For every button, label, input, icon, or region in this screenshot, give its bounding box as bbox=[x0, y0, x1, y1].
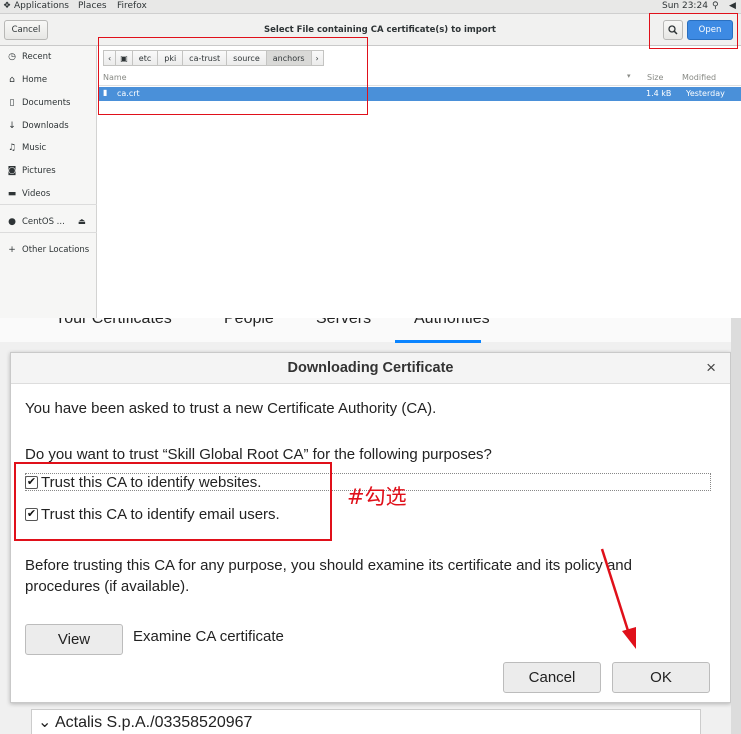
question-text: Do you want to trust “Skill Global Root … bbox=[25, 446, 492, 463]
cancel-button[interactable]: Cancel bbox=[4, 20, 48, 40]
authority-item[interactable]: ⌄ Actalis S.p.A./03358520967 bbox=[38, 712, 252, 732]
sidebar-item-downloads[interactable]: ↓ Downloads bbox=[7, 121, 68, 131]
applications-icon: ❖ bbox=[3, 1, 12, 11]
volume-icon[interactable]: ◀ bbox=[729, 1, 736, 11]
warning-text-line2: procedures (if available). bbox=[25, 578, 190, 595]
highlight-box-path bbox=[98, 37, 368, 115]
highlight-box-open bbox=[649, 13, 738, 49]
sidebar-item-videos[interactable]: ▬ Videos bbox=[7, 189, 51, 199]
dialog-title: Select File containing CA certificate(s)… bbox=[264, 25, 496, 35]
sidebar-divider bbox=[0, 204, 97, 205]
dialog-titlebar: Downloading Certificate × bbox=[11, 353, 730, 384]
clock-icon: ◷ bbox=[8, 52, 16, 62]
download-icon: ↓ bbox=[8, 121, 16, 131]
sidebar-item-other-locations[interactable]: + Other Locations bbox=[7, 245, 89, 255]
plus-icon: + bbox=[8, 245, 16, 255]
tab-people[interactable]: People bbox=[224, 318, 274, 328]
camera-icon: ◙ bbox=[7, 166, 17, 176]
tab-servers[interactable]: Servers bbox=[316, 318, 371, 328]
firefox-menu[interactable]: Firefox bbox=[117, 1, 147, 11]
file-modified: Yesterday bbox=[686, 89, 725, 98]
gnome-top-bar: ❖ Applications Places Firefox Sun 23:24 … bbox=[0, 0, 741, 14]
clock[interactable]: Sun 23:24 bbox=[662, 1, 708, 11]
disc-icon: ● bbox=[8, 217, 16, 227]
home-icon: ⌂ bbox=[9, 75, 15, 85]
sidebar-divider bbox=[0, 232, 97, 233]
sidebar-item-documents[interactable]: ▯ Documents bbox=[7, 98, 71, 108]
sidebar-item-recent[interactable]: ◷ Recent bbox=[7, 52, 51, 62]
column-modified[interactable]: Modified bbox=[682, 73, 716, 82]
video-icon: ▬ bbox=[7, 189, 17, 199]
applications-menu[interactable]: Applications bbox=[14, 1, 69, 11]
places-sidebar: ◷ Recent ⌂ Home ▯ Documents ↓ Downloads ♫ Mus… bbox=[0, 46, 97, 318]
sort-chevron-icon: ▾ bbox=[627, 72, 631, 80]
column-size[interactable]: Size bbox=[647, 73, 663, 82]
certificate-manager-tabs: Your Certificates People Servers Authori… bbox=[0, 318, 741, 343]
music-icon: ♫ bbox=[7, 143, 17, 153]
tab-your-certificates[interactable]: Your Certificates bbox=[55, 318, 172, 328]
network-icon[interactable]: ⚲ bbox=[712, 1, 719, 11]
cancel-button[interactable]: Cancel bbox=[503, 662, 601, 693]
authorities-list: ⌄ Actalis S.p.A./03358520967 bbox=[31, 709, 701, 734]
tab-active-indicator bbox=[395, 340, 481, 343]
sidebar-item-music[interactable]: ♫ Music bbox=[7, 143, 46, 153]
document-icon: ▯ bbox=[9, 98, 15, 108]
eject-icon[interactable]: ⏏ bbox=[78, 217, 86, 227]
close-icon[interactable]: × bbox=[706, 358, 716, 378]
places-menu[interactable]: Places bbox=[78, 1, 107, 11]
ok-button[interactable]: OK bbox=[612, 662, 710, 693]
tab-authorities[interactable]: Authorities bbox=[414, 318, 490, 328]
view-button[interactable]: View bbox=[25, 624, 123, 655]
sidebar-item-home[interactable]: ⌂ Home bbox=[7, 75, 47, 85]
warning-text-line1: Before trusting this CA for any purpose,… bbox=[25, 557, 632, 574]
intro-text: You have been asked to trust a new Certi… bbox=[25, 400, 437, 417]
sidebar-item-pictures[interactable]: ◙ Pictures bbox=[7, 166, 56, 176]
sidebar-item-centos[interactable]: ● CentOS ... ⏏ bbox=[7, 217, 86, 227]
dialog-title: Downloading Certificate bbox=[287, 360, 454, 376]
view-description: Examine CA certificate bbox=[133, 628, 284, 645]
file-size: 1.4 kB bbox=[646, 89, 672, 98]
annotation-text: #勾选 bbox=[347, 485, 407, 509]
chevron-down-icon: ⌄ bbox=[38, 714, 55, 731]
highlight-box-checkboxes bbox=[14, 462, 332, 541]
file-chooser-screenshot: ❖ Applications Places Firefox Sun 23:24 … bbox=[0, 0, 741, 318]
arrow-annotation bbox=[600, 548, 636, 649]
page-edge bbox=[731, 318, 741, 734]
